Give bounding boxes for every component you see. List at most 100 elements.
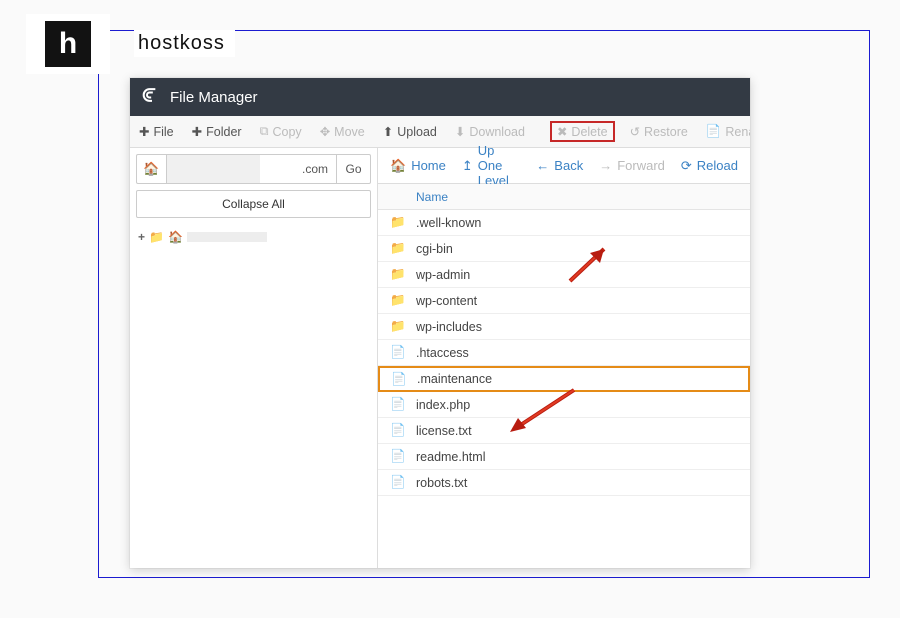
nav-home-label: Home <box>411 158 446 173</box>
content-area: 🏠 .com Go Collapse All + 📁 🏠 <box>130 148 750 568</box>
file-row[interactable]: 📁 cgi-bin <box>378 236 750 262</box>
new-file-button[interactable]: ✚ File <box>136 122 177 141</box>
address-field[interactable]: .com <box>167 155 336 183</box>
tree-item[interactable]: + 📁 🏠 <box>138 230 369 244</box>
new-folder-button[interactable]: ✚ Folder <box>189 122 245 141</box>
collapse-all-button[interactable]: Collapse All <box>136 190 371 218</box>
upload-icon: ⬆ <box>383 124 393 139</box>
nav-reload-label: Reload <box>697 158 738 173</box>
delete-button[interactable]: ✖ Delete <box>550 121 615 142</box>
upload-button[interactable]: ⬆ Upload <box>380 122 440 141</box>
title-bar: File Manager <box>130 78 750 116</box>
delete-icon: ✖ <box>557 124 567 139</box>
folder-icon: 📁 <box>390 215 406 231</box>
file-row[interactable]: 📁 wp-content <box>378 288 750 314</box>
restore-label: Restore <box>644 125 688 139</box>
new-file-label: File <box>153 125 173 139</box>
file-name: wp-content <box>416 294 477 308</box>
toolbar: ✚ File ✚ Folder ⧉ Copy ✥ Move ⬆ Upload ⬇… <box>130 116 750 148</box>
brand-logo: h <box>26 14 110 74</box>
nav-forward-button[interactable]: → Forward <box>599 158 665 173</box>
file-name: .well-known <box>416 216 481 230</box>
restore-button[interactable]: ↺ Restore <box>627 122 691 141</box>
nav-up-label: Up One Level <box>478 143 521 188</box>
file-name: index.php <box>416 398 470 412</box>
restore-icon: ↺ <box>630 124 640 139</box>
new-folder-label: Folder <box>206 125 241 139</box>
address-domain-suffix: .com <box>302 162 328 176</box>
code-file-icon: 📄 <box>390 397 406 413</box>
document-icon: 📄 <box>390 475 406 491</box>
file-panel: 🏠 Home ↥ Up One Level ← Back → Forward ⟳ <box>378 148 750 568</box>
column-name: Name <box>416 190 448 204</box>
rename-button[interactable]: 📄 Rename <box>703 122 750 141</box>
move-button[interactable]: ✥ Move <box>317 122 368 141</box>
file-row[interactable]: 📄 robots.txt <box>378 470 750 496</box>
copy-label: Copy <box>273 125 302 139</box>
window-title: File Manager <box>170 89 258 106</box>
nav-reload-button[interactable]: ⟳ Reload <box>681 158 738 174</box>
tree-item-label-masked <box>187 232 267 242</box>
download-button[interactable]: ⬇ Download <box>452 122 528 141</box>
document-icon: 📄 <box>391 371 407 387</box>
collapse-all-label: Collapse All <box>222 197 285 211</box>
copy-icon: ⧉ <box>260 124 269 139</box>
up-icon: ↥ <box>462 158 473 174</box>
sidebar: 🏠 .com Go Collapse All + 📁 🏠 <box>130 148 378 568</box>
folder-icon: 📁 <box>390 319 406 335</box>
file-row[interactable]: 📄 index.php <box>378 392 750 418</box>
file-row[interactable]: 📁 wp-includes <box>378 314 750 340</box>
delete-label: Delete <box>571 125 607 139</box>
copy-button[interactable]: ⧉ Copy <box>257 122 305 141</box>
home-icon: 🏠 <box>390 158 406 174</box>
move-icon: ✥ <box>320 124 330 139</box>
reload-icon: ⟳ <box>681 158 692 174</box>
file-row[interactable]: 📄license.txt <box>378 418 750 444</box>
folder-icon: 📁 <box>149 230 164 244</box>
folder-tree: + 📁 🏠 <box>130 224 377 250</box>
list-header[interactable]: Name <box>378 184 750 210</box>
brand-logo-letter: h <box>59 27 77 61</box>
back-icon: ← <box>536 158 549 173</box>
download-label: Download <box>469 125 525 139</box>
plus-icon: ✚ <box>192 124 202 139</box>
folder-icon: 📁 <box>390 241 406 257</box>
file-row[interactable]: 📁wp-admin <box>378 262 750 288</box>
file-name: cgi-bin <box>416 242 453 256</box>
address-bar: 🏠 .com Go <box>136 154 371 184</box>
folder-icon: 📁 <box>390 267 406 283</box>
nav-back-label: Back <box>554 158 583 173</box>
nav-back-button[interactable]: ← Back <box>536 158 583 173</box>
home-icon: 🏠 <box>143 161 159 177</box>
home-icon: 🏠 <box>168 230 183 244</box>
brand-name: hostkoss <box>134 30 235 57</box>
nav-up-button[interactable]: ↥ Up One Level <box>462 143 520 188</box>
file-row[interactable]: 📄 .htaccess <box>378 340 750 366</box>
file-name: .maintenance <box>417 372 492 386</box>
brand-logo-square: h <box>45 21 91 67</box>
folder-icon: 📁 <box>390 293 406 309</box>
download-icon: ⬇ <box>455 124 465 139</box>
file-row[interactable]: 📄 .maintenance <box>378 366 750 392</box>
rename-label: Rename <box>725 125 750 139</box>
go-button[interactable]: Go <box>336 155 370 183</box>
plus-icon: ✚ <box>139 124 149 139</box>
cpanel-icon <box>142 85 162 109</box>
file-name: robots.txt <box>416 476 467 490</box>
file-name: license.txt <box>416 424 472 438</box>
expand-icon[interactable]: + <box>138 230 145 244</box>
nav-home-button[interactable]: 🏠 Home <box>390 158 446 174</box>
code-file-icon: 📄 <box>390 449 406 465</box>
file-manager-window: File Manager ✚ File ✚ Folder ⧉ Copy ✥ Mo… <box>130 78 750 568</box>
move-label: Move <box>334 125 365 139</box>
document-icon: 📄 <box>390 345 406 361</box>
file-row[interactable]: 📁 .well-known <box>378 210 750 236</box>
go-label: Go <box>345 162 361 176</box>
forward-icon: → <box>599 158 612 173</box>
address-home-button[interactable]: 🏠 <box>137 155 167 183</box>
file-list: 📁.well-known📁cgi-bin📁wp-admin📁wp-content… <box>378 210 750 568</box>
file-row[interactable]: 📄readme.html <box>378 444 750 470</box>
file-name: .htaccess <box>416 346 469 360</box>
upload-label: Upload <box>397 125 437 139</box>
file-name: wp-includes <box>416 320 482 334</box>
